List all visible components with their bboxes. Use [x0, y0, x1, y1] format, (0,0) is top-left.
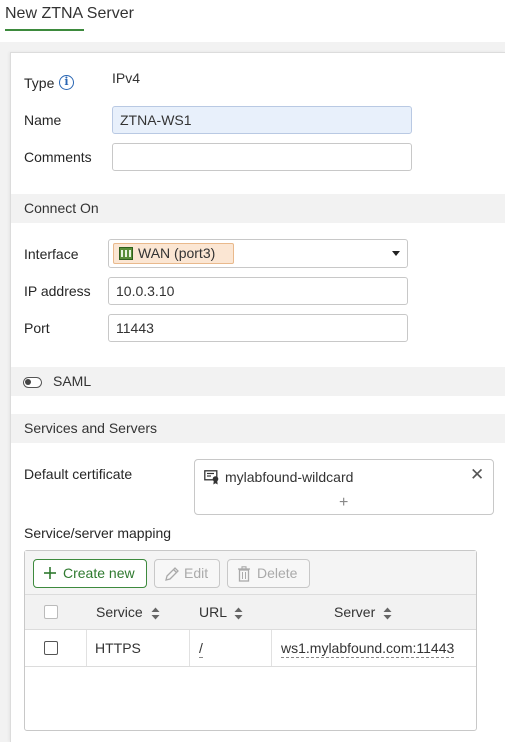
ip-address-input[interactable]: 10.0.3.10 [108, 277, 408, 305]
section-services-and-servers: Services and Servers [11, 414, 505, 443]
info-icon[interactable]: i [59, 75, 74, 90]
column-divider [86, 630, 87, 666]
edit-button[interactable]: Edit [154, 559, 220, 588]
port-input[interactable]: 11443 [108, 314, 408, 342]
comments-label: Comments [24, 149, 92, 165]
certificate-icon [204, 470, 219, 485]
network-port-icon [119, 247, 133, 260]
saml-toggle[interactable] [23, 377, 42, 388]
ztna-server-form: Type i IPv4 Name ZTNA-WS1 Comments Conne… [10, 52, 505, 742]
page-title-underline [5, 29, 84, 31]
create-new-button[interactable]: Create new [33, 559, 147, 588]
trash-icon [238, 566, 250, 582]
row-server[interactable]: ws1.mylabfound.com:11443 [281, 640, 455, 658]
interface-value: WAN (port3) [138, 245, 216, 261]
pencil-icon [165, 567, 179, 581]
delete-label: Delete [257, 565, 298, 581]
ip-address-label: IP address [24, 283, 91, 299]
comments-input[interactable] [112, 143, 412, 171]
delete-button[interactable]: Delete [227, 559, 310, 588]
create-new-label: Create new [63, 565, 135, 581]
service-server-mapping-label: Service/server mapping [24, 525, 172, 541]
interface-select[interactable]: WAN (port3) [108, 239, 408, 268]
row-checkbox[interactable] [44, 641, 58, 655]
column-header-url[interactable]: URL [199, 604, 243, 620]
sort-icon [151, 607, 160, 620]
select-all-checkbox[interactable] [44, 605, 58, 619]
sort-icon [234, 607, 243, 620]
row-service: HTTPS [95, 640, 141, 656]
close-icon[interactable]: ✕ [470, 465, 484, 485]
edit-label: Edit [184, 565, 209, 581]
sort-icon [383, 607, 392, 620]
table-row[interactable]: HTTPS / ws1.mylabfound.com:11443 [25, 630, 476, 667]
mapping-toolbar: Create new Edit Delete [25, 551, 476, 595]
chevron-down-icon[interactable] [392, 251, 400, 256]
type-label: Type [24, 75, 55, 91]
default-certificate-field[interactable]: mylabfound-wildcard ✕ + [194, 459, 494, 515]
default-certificate-label: Default certificate [24, 466, 133, 482]
section-connect-on: Connect On [11, 194, 505, 223]
table-header: Service URL Server [25, 595, 476, 630]
column-header-server[interactable]: Server [334, 604, 392, 620]
plus-icon[interactable]: + [339, 494, 348, 512]
plus-icon [44, 567, 56, 579]
type-value: IPv4 [112, 70, 141, 86]
column-header-service[interactable]: Service [96, 604, 160, 620]
port-label: Port [24, 320, 50, 336]
row-url[interactable]: / [199, 640, 203, 658]
interface-chip: WAN (port3) [113, 243, 234, 264]
default-certificate-value: mylabfound-wildcard [225, 469, 354, 485]
column-divider [189, 630, 190, 666]
name-input[interactable]: ZTNA-WS1 [112, 106, 412, 134]
interface-label: Interface [24, 246, 79, 262]
service-server-mapping-table: Create new Edit Delete Service URL Serve… [24, 550, 477, 731]
page-header: New ZTNA Server [0, 0, 505, 42]
saml-row: SAML [11, 367, 505, 396]
page-title: New ZTNA Server [5, 5, 134, 22]
column-divider [271, 630, 272, 666]
saml-label: SAML [53, 373, 92, 389]
name-label: Name [24, 112, 62, 128]
saml-toggle-knob [25, 379, 31, 385]
